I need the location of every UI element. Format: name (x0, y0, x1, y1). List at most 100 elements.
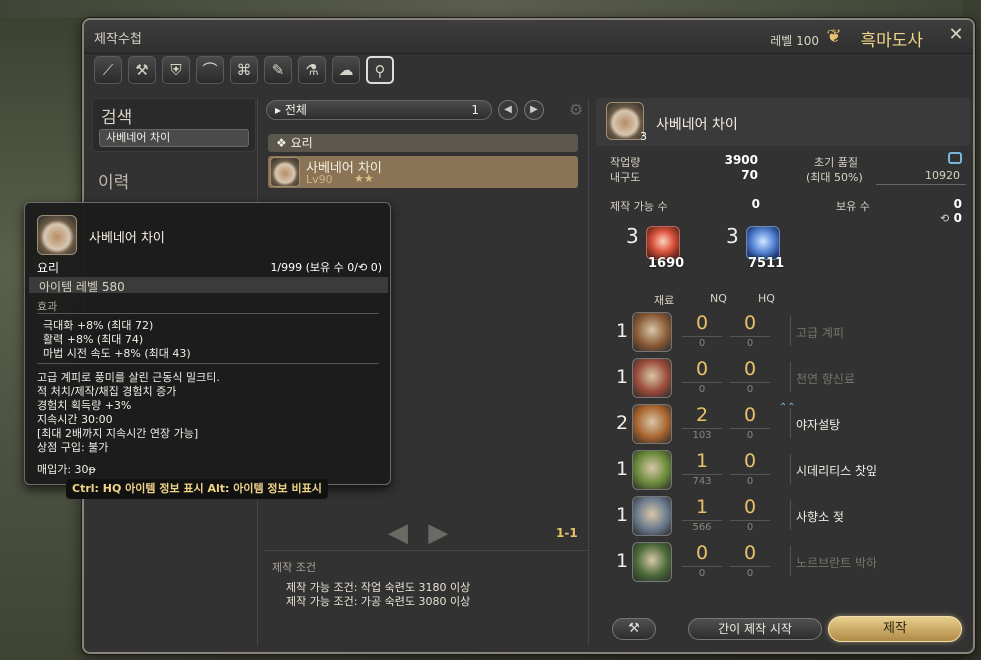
material-hq-have: 0 (746, 338, 754, 349)
window-header[interactable]: 제작수첩 레벨 100 ❦ 흑마도사 ✕ (84, 20, 973, 54)
material-row[interactable]: 1 0 0 0 0 천연 향신료 (616, 356, 962, 400)
chai-icon[interactable] (606, 102, 644, 140)
armorer-icon[interactable]: ⛨ (162, 56, 190, 84)
material-hq-count: 0 (743, 496, 757, 518)
settings-icon[interactable]: ⚙ (566, 100, 586, 120)
fire-crystal-icon[interactable] (646, 226, 680, 260)
macro-button[interactable]: ⚒ (612, 618, 656, 640)
material-nq-have: 103 (692, 430, 712, 441)
tooltip-hint: Ctrl: HQ 아이템 정보 표시 Alt: 아이템 정보 비표시 (66, 479, 328, 499)
material-nq-have: 743 (692, 476, 712, 487)
material-icon[interactable] (632, 358, 672, 398)
conditions-panel: 제작 조건 제작 가능 조건: 작업 숙련도 3180 이상 제작 가능 조건:… (264, 550, 589, 646)
search-input[interactable]: 사베네어 차이 (99, 129, 249, 147)
blacksmith-icon[interactable]: ⚒ (128, 56, 156, 84)
initial-quality-box (948, 152, 962, 164)
tooltip-effect-title: 효과 (37, 300, 58, 313)
prev-page-icon[interactable]: ◀ (498, 100, 518, 120)
material-row[interactable]: 1 0 0 0 0 노르브란트 박하 (616, 540, 962, 584)
leatherworker-icon[interactable]: ⌘ (230, 56, 258, 84)
material-name: 야자설탕 (796, 418, 841, 432)
material-separator (790, 362, 791, 392)
crystal-qty: 3 (626, 224, 639, 248)
material-nq-count: 2 (695, 404, 709, 426)
material-hq-count: 0 (743, 404, 757, 426)
max-quality-value: 10920 (925, 169, 960, 182)
material-row[interactable]: 1 1 0 566 0 사향소 젖 (616, 494, 962, 538)
tooltip-effect: 마법 시전 속도 +8% (최대 43) (43, 347, 191, 360)
tooltip-price: 매입가: 30ᵽ (37, 463, 96, 476)
weaver-icon[interactable]: ✎ (264, 56, 292, 84)
material-nq-have: 0 (698, 338, 706, 349)
page-right-icon[interactable]: ▶ (428, 518, 448, 548)
material-icon[interactable] (632, 404, 672, 444)
level-text: 레벨 100 (770, 34, 819, 48)
search-icon[interactable]: ⚲ (366, 56, 394, 84)
tooltip-divider (37, 313, 379, 314)
page-number: 1-1 (556, 526, 578, 540)
material-name: 고급 계피 (796, 326, 844, 340)
class-bar: ⟋ ⚒ ⛨ ⌒ ⌘ ✎ ⚗ ☁ ⚲ (94, 56, 394, 86)
item-yield: 3 (640, 130, 647, 143)
next-page-icon[interactable]: ▶ (524, 100, 544, 120)
material-nq-count: 1 (695, 496, 709, 518)
material-name: 시데리티스 찻잎 (796, 464, 878, 478)
material-icon[interactable] (632, 450, 672, 490)
search-panel: 검색 사베네어 차이 (92, 98, 256, 152)
material-hq-count: 0 (743, 450, 757, 472)
history-title[interactable]: 이력 (98, 168, 129, 193)
material-divider (730, 382, 770, 383)
filter-count: 1 (471, 103, 479, 117)
material-nq-count: 1 (695, 450, 709, 472)
material-row[interactable]: 1 0 0 0 0 고급 계피 (616, 310, 962, 354)
material-icon[interactable] (632, 312, 672, 352)
crystal-qty: 3 (726, 224, 739, 248)
owned-collectable-value: 0 (953, 211, 962, 225)
recipe-row[interactable]: 사베네어 차이 Lv90 ★★ (268, 156, 578, 188)
page-left-icon[interactable]: ◀ (388, 518, 408, 548)
owned-label: 보유 수 (836, 200, 870, 213)
category-header[interactable]: ❖ 요리 (268, 134, 578, 152)
material-separator (790, 500, 791, 530)
material-nq-count: 0 (695, 358, 709, 380)
material-name: 노르브란트 박하 (796, 556, 878, 570)
synthesize-button[interactable]: 제작 (828, 616, 962, 642)
material-nq-have: 0 (698, 384, 706, 395)
progress-value: 3900 (724, 153, 758, 167)
tooltip-stock: 1/999 (보유 수 0/⟲ 0) (270, 261, 382, 274)
material-row[interactable]: 2 2 0 103 0 야자설탕 ⌃⌃ (616, 402, 962, 446)
material-icon[interactable] (632, 496, 672, 536)
close-icon[interactable]: ✕ (945, 24, 967, 46)
material-hq-have: 0 (746, 430, 754, 441)
max-quality-label: (최대 50%) (806, 171, 863, 184)
goldsmith-icon[interactable]: ⌒ (196, 56, 224, 84)
material-row[interactable]: 1 1 0 743 0 시데리티스 찻잎 (616, 448, 962, 492)
hq-upgrade-icon: ⌃⌃ (779, 402, 796, 413)
material-separator (790, 546, 791, 576)
material-qty: 1 (616, 504, 629, 526)
water-crystal-icon[interactable] (746, 226, 780, 260)
material-divider (682, 382, 722, 383)
material-hq-have: 0 (746, 476, 754, 487)
progress-label: 작업량 (610, 156, 641, 169)
craftable-label: 제작 가능 수 (610, 200, 668, 213)
alchemist-icon[interactable]: ⚗ (298, 56, 326, 84)
background-top (0, 0, 981, 18)
material-nq-have: 0 (698, 568, 706, 579)
carpenter-icon[interactable]: ⟋ (94, 56, 122, 84)
material-hq-have: 0 (746, 522, 754, 533)
condition-line: 제작 가능 조건: 가공 숙련도 3080 이상 (286, 595, 471, 608)
tooltip-desc: 상점 구입: 불가 (37, 441, 109, 454)
culinarian-icon[interactable]: ☁ (332, 56, 360, 84)
quick-synthesis-button[interactable]: 간이 제작 시작 (688, 618, 822, 640)
window-title: 제작수첩 (94, 32, 142, 47)
tooltip-item-level: 아이템 레벨 580 (39, 280, 125, 294)
chai-icon (37, 215, 77, 255)
material-qty: 2 (616, 412, 629, 434)
item-name: 사베네어 차이 (656, 117, 738, 133)
material-icon[interactable] (632, 542, 672, 582)
material-qty: 1 (616, 550, 629, 572)
mat-header-nq: NQ (710, 292, 727, 305)
filter-dropdown[interactable]: ▸ 전체 1 (266, 100, 492, 120)
material-separator (790, 316, 791, 346)
